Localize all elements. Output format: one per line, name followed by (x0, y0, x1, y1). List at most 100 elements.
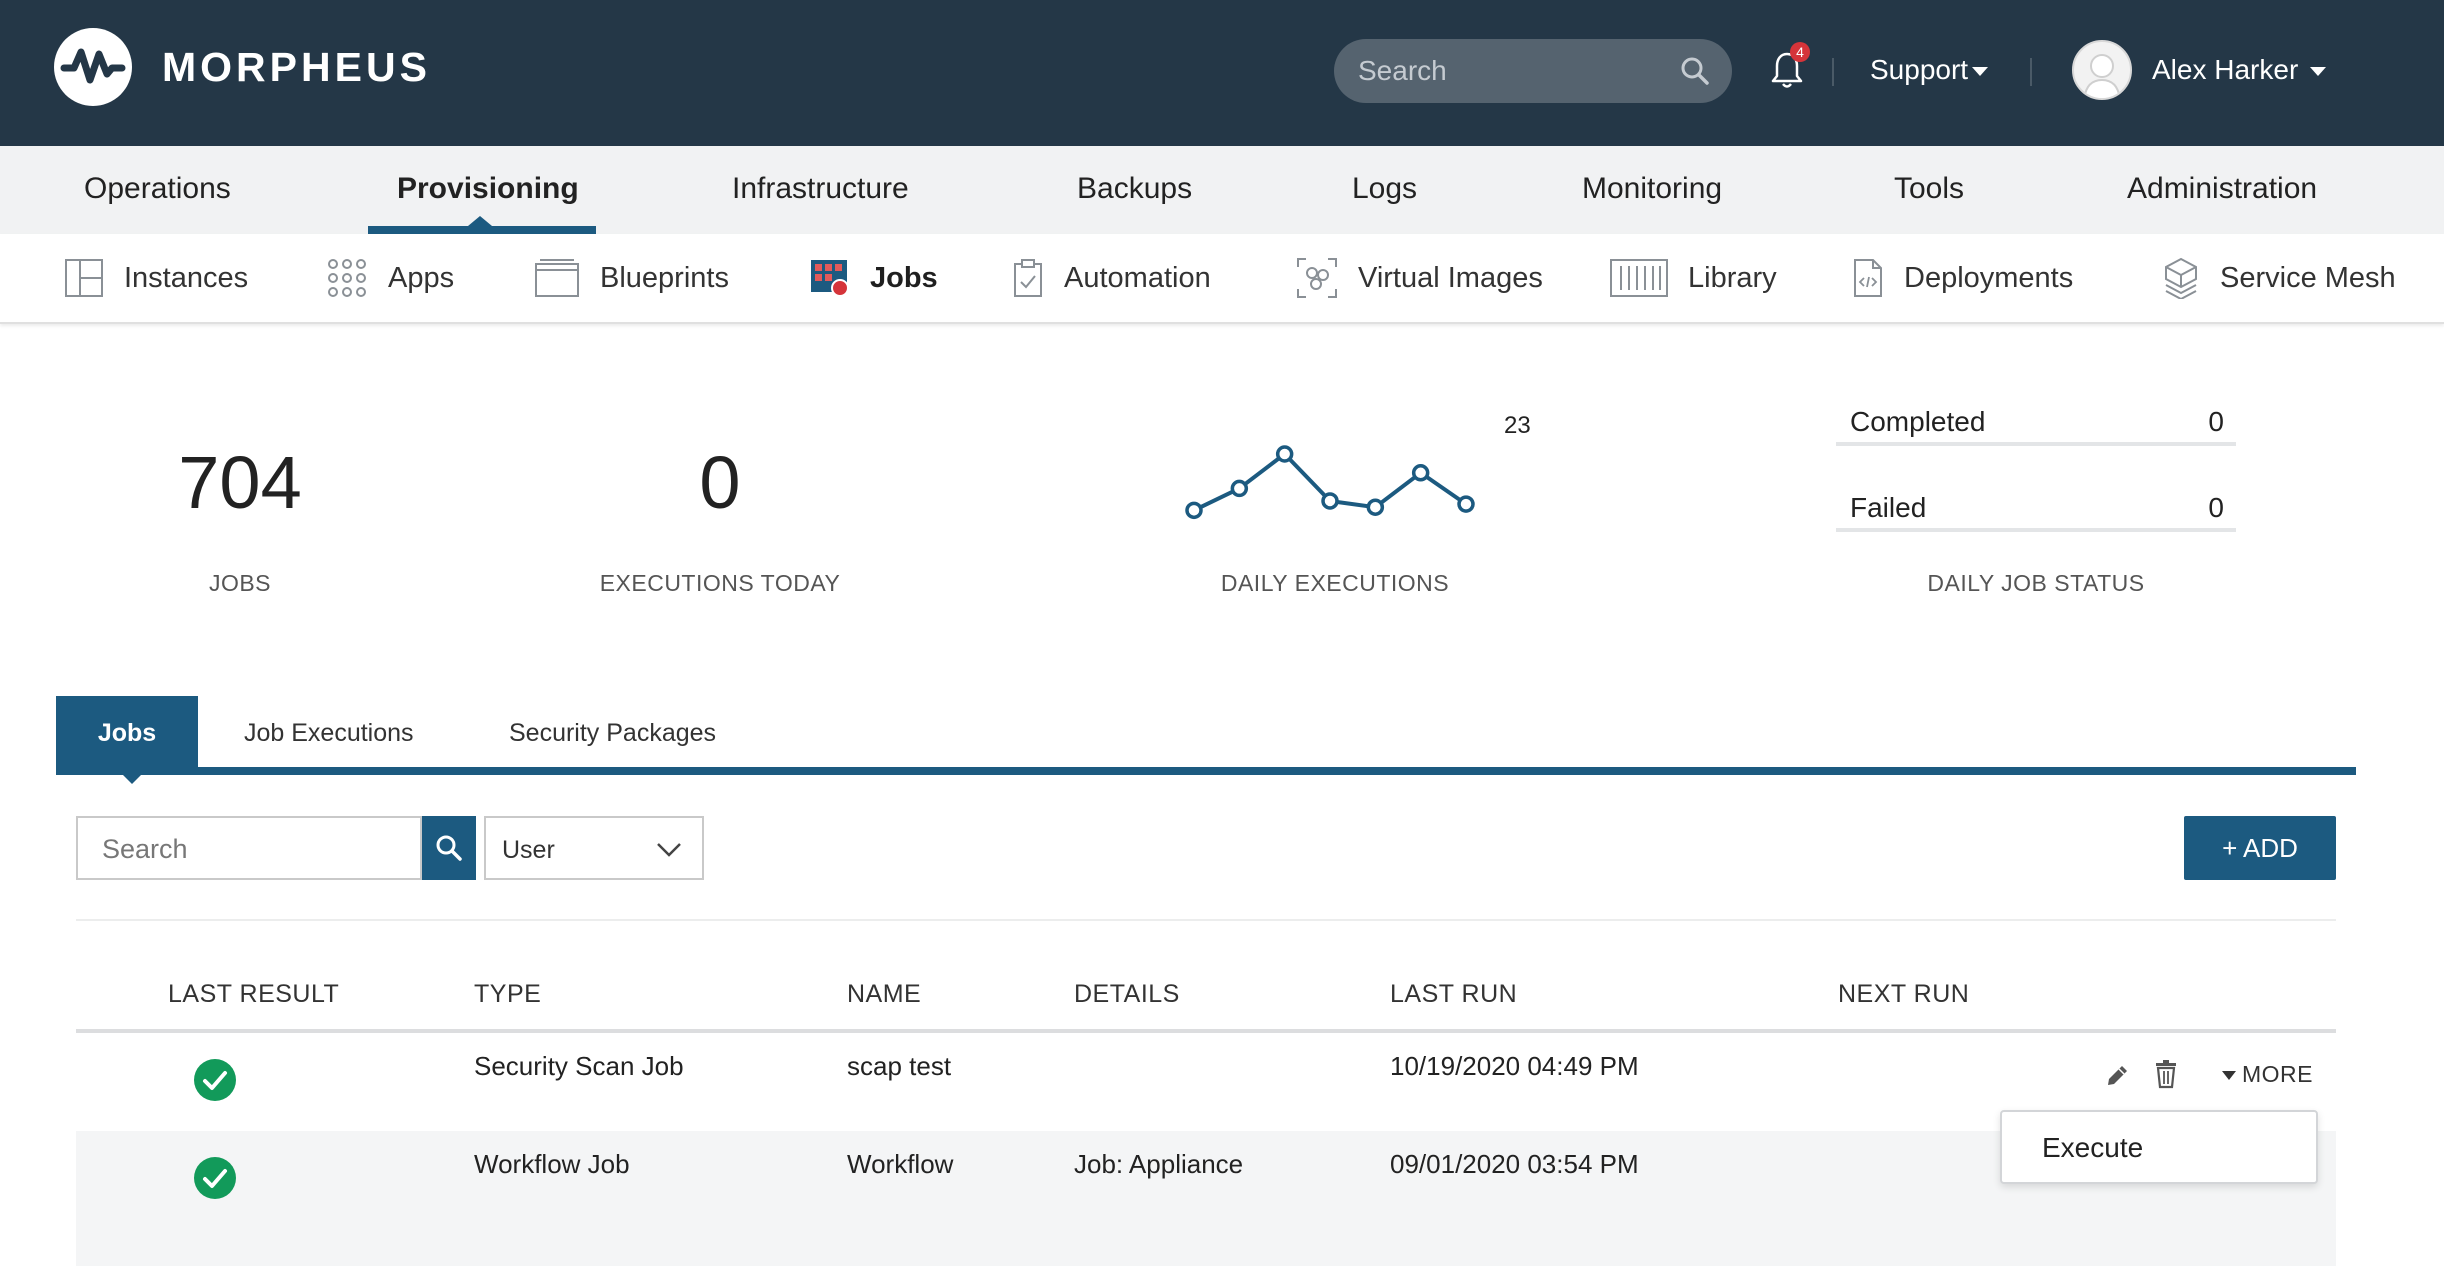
chevron-down-icon (2310, 67, 2327, 77)
tab-security-packages[interactable]: Security Packages (509, 696, 716, 770)
support-menu[interactable]: Support (1870, 54, 1989, 86)
sub-nav-library[interactable]: Library (1610, 234, 1777, 322)
header-search-input[interactable]: Search (1334, 39, 1732, 103)
jobs-search-button[interactable] (422, 816, 476, 880)
execute-menu-item[interactable]: Execute (2042, 1132, 2143, 1164)
jobs-icon (811, 260, 849, 297)
sparkline-point-3 (1321, 492, 1339, 510)
column-header-next-run[interactable]: NEXT RUN (1838, 980, 1969, 1009)
sub-nav-instances[interactable]: Instances (64, 234, 248, 322)
search-icon[interactable] (1680, 56, 1710, 91)
column-header-details[interactable]: DETAILS (1074, 980, 1180, 1009)
tab-job-executions[interactable]: Job Executions (244, 696, 414, 770)
instances-icon (65, 259, 103, 297)
header-search-placeholder: Search (1358, 55, 1447, 86)
virtual-images-icon (1297, 258, 1337, 298)
jobs-search-input[interactable]: Search (76, 816, 422, 880)
sparkline-point-5 (1411, 464, 1430, 482)
toolbar-divider (76, 919, 2336, 921)
sub-nav-virtual-images[interactable]: Virtual Images (1296, 234, 1543, 322)
sub-nav-label: Blueprints (600, 261, 729, 294)
cell-last-run: 09/01/2020 03:54 PM (1390, 1149, 1639, 1179)
main-nav-tools[interactable]: Tools (1894, 172, 1964, 206)
user-menu[interactable]: Alex Harker (2152, 54, 2327, 86)
sparkline-point-0 (1185, 501, 1203, 520)
failed-status-row: Failed 0 (1836, 492, 2236, 532)
header-divider (1832, 58, 1834, 86)
brand-name[interactable]: MORPHEUS (162, 44, 431, 91)
cell-type: Workflow Job (474, 1149, 630, 1179)
completed-value: 0 (2208, 406, 2224, 437)
jobs-count: 704 (178, 441, 302, 524)
add-job-button[interactable]: + ADD (2184, 816, 2336, 880)
sub-nav-deployments[interactable]: Deployments (1852, 234, 2073, 322)
daily-executions-peak: 23 (1504, 412, 1531, 439)
avatar[interactable] (2072, 40, 2132, 100)
daily-executions-sparkline (1185, 445, 1475, 520)
daily-executions-label: DAILY EXECUTIONS (1220, 570, 1450, 596)
table-row[interactable]: Workflow Job Workflow Job: Appliance 09/… (76, 1131, 2336, 1266)
sub-nav-label: Apps (388, 261, 455, 294)
failed-value: 0 (2208, 492, 2224, 523)
cell-details: Job: Appliance (1074, 1149, 1244, 1179)
service-mesh-icon (2165, 257, 2197, 299)
header-divider (2030, 58, 2032, 86)
active-nav-pointer (468, 216, 492, 226)
cell-type: Security Scan Job (474, 1051, 684, 1081)
sub-nav-service-mesh[interactable]: Service Mesh (2162, 234, 2396, 322)
main-nav-backups[interactable]: Backups (1077, 172, 1192, 206)
column-header-type[interactable]: TYPE (474, 980, 541, 1009)
filter-select[interactable]: User (484, 816, 704, 880)
sub-nav-label: Virtual Images (1358, 261, 1543, 294)
main-nav-infrastructure[interactable]: Infrastructure (732, 172, 909, 206)
main-nav-provisioning[interactable]: Provisioning (397, 172, 579, 206)
sub-nav: Instances Apps Blueprints Jobs Automatio… (0, 234, 2444, 324)
table-row[interactable]: Security Scan Job scap test 10/19/2020 0… (76, 1033, 2336, 1131)
executions-today-count: 0 (699, 441, 741, 524)
edit-pencil-icon[interactable] (2104, 1061, 2130, 1089)
sparkline-point-1 (1230, 479, 1249, 498)
main-nav: Operations Provisioning Infrastructure B… (0, 146, 2444, 234)
main-nav-administration[interactable]: Administration (2127, 172, 2317, 206)
morpheus-logo-icon[interactable] (54, 28, 132, 106)
support-label: Support (1870, 54, 1969, 85)
active-nav-indicator (368, 226, 596, 234)
main-nav-monitoring[interactable]: Monitoring (1582, 172, 1722, 206)
sparkline-point-4 (1366, 498, 1385, 516)
sub-nav-blueprints[interactable]: Blueprints (534, 234, 729, 322)
blueprints-icon (535, 259, 579, 297)
user-name: Alex Harker (2152, 54, 2299, 85)
cell-last-run: 10/19/2020 04:49 PM (1390, 1051, 1639, 1081)
library-icon (1610, 259, 1668, 297)
cell-name[interactable]: scap test (847, 1051, 951, 1082)
clipboard-icon (1014, 259, 1042, 297)
main-nav-operations[interactable]: Operations (84, 172, 231, 206)
success-check-icon (194, 1157, 236, 1199)
sparkline-point-2 (1275, 445, 1294, 463)
column-header-last-run[interactable]: LAST RUN (1390, 980, 1517, 1009)
tab-bar-line (56, 767, 2356, 775)
notification-badge: 4 (1790, 42, 1810, 62)
filter-selected-value: User (502, 836, 555, 864)
column-header-last-result[interactable]: LAST RESULT (168, 980, 339, 1009)
completed-label: Completed (1850, 406, 1986, 437)
tab-jobs[interactable]: Jobs (56, 696, 198, 770)
caret-down-icon (2222, 1071, 2236, 1081)
sub-nav-label: Library (1688, 261, 1777, 294)
code-file-icon (1854, 259, 1882, 297)
success-check-icon (194, 1059, 236, 1101)
active-tab-pointer (118, 770, 146, 784)
daily-job-status-label: DAILY JOB STATUS (1927, 570, 2145, 596)
sub-nav-jobs[interactable]: Jobs (810, 234, 938, 322)
column-header-name[interactable]: NAME (847, 980, 921, 1009)
sub-nav-label: Jobs (870, 261, 938, 294)
more-actions-menu[interactable]: MORE (2222, 1061, 2313, 1088)
cell-name[interactable]: Workflow (847, 1149, 953, 1180)
executions-today-label: EXECUTIONS TODAY (599, 570, 841, 596)
sub-nav-automation[interactable]: Automation (1012, 234, 1211, 322)
sub-nav-apps[interactable]: Apps (326, 234, 454, 322)
failed-label: Failed (1850, 492, 1927, 523)
main-nav-logs[interactable]: Logs (1352, 172, 1417, 206)
completed-status-row: Completed 0 (1836, 406, 2236, 446)
delete-trash-icon[interactable] (2154, 1059, 2178, 1089)
